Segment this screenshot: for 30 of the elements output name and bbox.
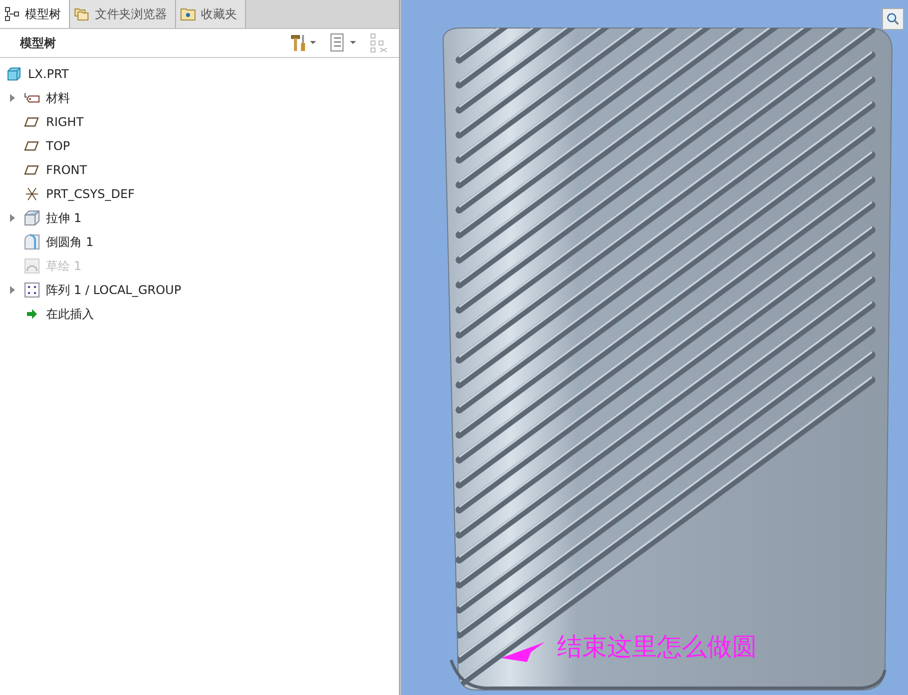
tree-item[interactable]: 阵列 1 / LOCAL_GROUP [46, 282, 182, 298]
tree-item[interactable]: LX.PRT [28, 67, 69, 81]
tree-item[interactable]: RIGHT [46, 115, 84, 129]
toolbar-title: 模型树 [20, 34, 56, 52]
folders-icon [74, 6, 90, 22]
tree-filter-icon[interactable] [369, 33, 389, 53]
arrow-icon [24, 306, 40, 322]
list-icon[interactable] [329, 33, 359, 53]
tree-item[interactable]: 倒圆角 1 [46, 234, 94, 250]
tree-item[interactable]: 材料 [46, 90, 70, 106]
cube-icon [24, 210, 40, 226]
folder-icon [180, 6, 196, 22]
part-icon [6, 66, 22, 82]
round-icon [24, 234, 40, 250]
panel-tab[interactable]: 模型树 [0, 0, 70, 28]
tree-icon [4, 6, 20, 22]
pattern-icon [24, 282, 40, 298]
sketch-icon [24, 258, 40, 274]
tree-item[interactable]: PRT_CSYS_DEF [46, 187, 135, 201]
panel-tab[interactable]: 文件夹浏览器 [70, 0, 176, 28]
tree-item[interactable]: 在此插入 [46, 306, 94, 322]
annotation-text: 结束这里怎么做圆 [557, 631, 757, 663]
tree-item[interactable]: TOP [46, 139, 70, 153]
tree-item[interactable]: FRONT [46, 163, 87, 177]
tools-icon[interactable] [289, 33, 319, 53]
zoom-button[interactable] [882, 8, 904, 30]
csys-icon [24, 186, 40, 202]
search-icon [886, 12, 900, 26]
panel-tab[interactable]: 收藏夹 [176, 0, 246, 28]
tree-item[interactable]: 拉伸 1 [46, 210, 82, 226]
